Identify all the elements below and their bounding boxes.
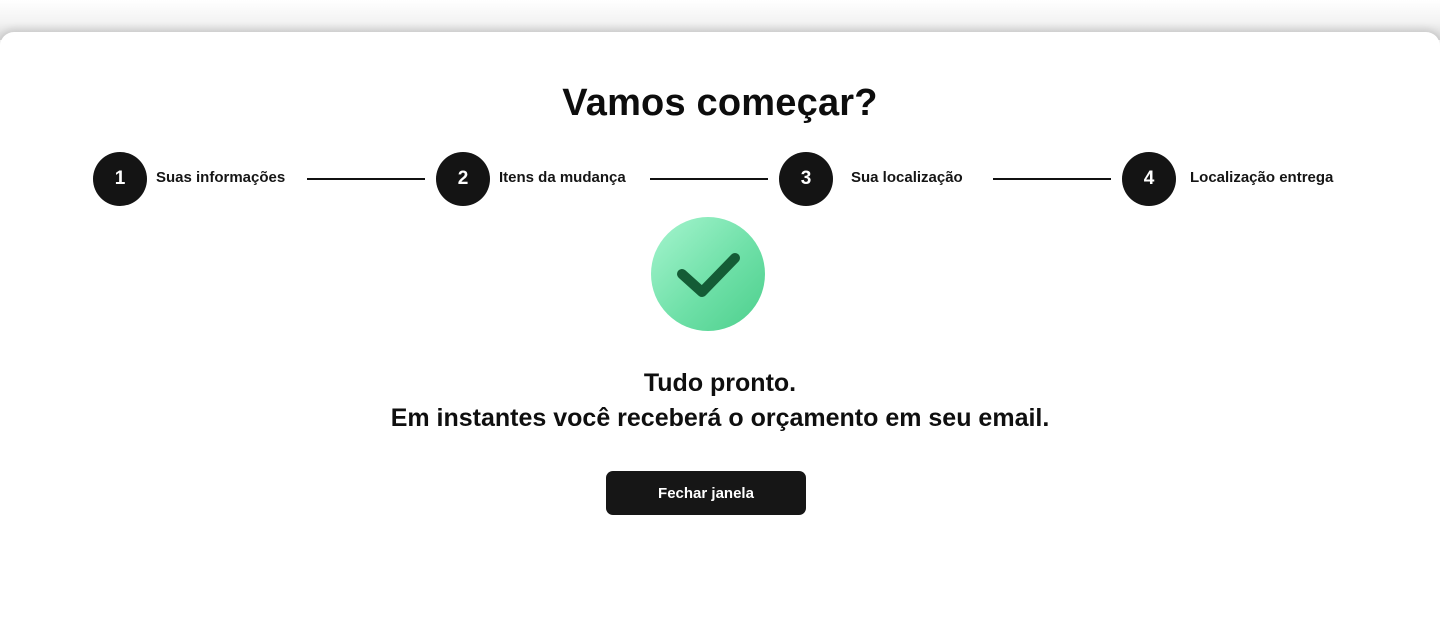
step-4-label: Localização entrega xyxy=(1190,169,1334,186)
modal-dialog: Vamos começar? 1 Suas informações 2 Iten… xyxy=(0,32,1440,620)
step-4-circle: 4 xyxy=(1122,152,1176,206)
step-3-circle: 3 xyxy=(779,152,833,206)
step-2-label: Itens da mudança xyxy=(499,169,626,186)
success-badge xyxy=(651,217,765,331)
step-connector-2 xyxy=(650,178,768,180)
step-connector-3 xyxy=(993,178,1111,180)
check-icon xyxy=(677,253,740,297)
success-message: Em instantes você receberá o orçamento e… xyxy=(390,404,1050,432)
page-title: Vamos começar? xyxy=(562,82,878,124)
step-2-circle: 2 xyxy=(436,152,490,206)
success-heading: Tudo pronto. xyxy=(643,369,797,397)
step-1-label: Suas informações xyxy=(156,169,286,186)
stepper: 1 Suas informações 2 Itens da mudança 3 … xyxy=(0,152,1440,208)
step-3-label: Sua localização xyxy=(851,169,963,186)
step-connector-1 xyxy=(307,178,425,180)
step-1-circle: 1 xyxy=(93,152,147,206)
close-window-button[interactable]: Fechar janela xyxy=(606,471,806,515)
